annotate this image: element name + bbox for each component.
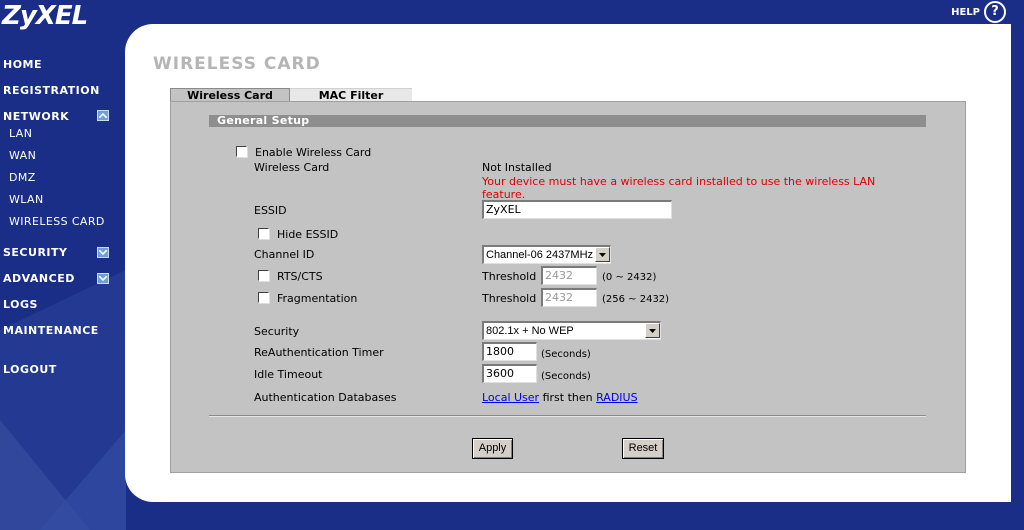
nav-wlan[interactable]: WLAN bbox=[9, 193, 44, 206]
channel-id-value: Channel-06 2437MHz bbox=[486, 249, 594, 261]
collapse-network-icon[interactable] bbox=[97, 110, 109, 121]
nav-dmz[interactable]: DMZ bbox=[9, 171, 36, 184]
rts-range-hint: (0 ~ 2432) bbox=[602, 272, 657, 283]
wireless-card-warning: Your device must have a wireless card in… bbox=[482, 175, 875, 201]
nav-logs[interactable]: LOGS bbox=[3, 298, 38, 311]
frag-range-hint: (256 ~ 2432) bbox=[602, 294, 670, 305]
tab-mac-filter[interactable]: MAC Filter bbox=[290, 88, 412, 102]
auth-databases-middle: first then bbox=[539, 391, 597, 404]
essid-label: ESSID bbox=[254, 204, 287, 217]
background-decoration bbox=[0, 270, 126, 530]
nav-network[interactable]: NETWORK bbox=[3, 110, 69, 123]
warning-line-1: Your device must have a wireless card in… bbox=[482, 175, 876, 188]
security-label: Security bbox=[254, 325, 300, 338]
reset-button[interactable]: Reset bbox=[622, 438, 664, 459]
channel-id-label: Channel ID bbox=[254, 248, 315, 261]
rts-cts-label: RTS/CTS bbox=[277, 270, 323, 283]
form-container: General Setup Enable Wireless Card Wirel… bbox=[170, 101, 966, 473]
help-button[interactable]: HELP ? bbox=[951, 1, 1006, 23]
wireless-card-status: Not Installed bbox=[482, 161, 552, 174]
nav-wan[interactable]: WAN bbox=[9, 149, 36, 162]
help-label: HELP bbox=[951, 6, 980, 18]
nav-home[interactable]: HOME bbox=[3, 58, 42, 71]
expand-advanced-icon[interactable] bbox=[97, 273, 109, 284]
reauth-timer-label: ReAuthentication Timer bbox=[254, 346, 384, 359]
dropdown-arrow-icon bbox=[595, 247, 610, 262]
security-value: 802.1x + No WEP bbox=[486, 325, 574, 337]
main-panel: WIRELESS CARD Wireless Card MAC Filter G… bbox=[125, 24, 1011, 502]
reauth-unit: (Seconds) bbox=[541, 349, 591, 360]
enable-wireless-card-checkbox[interactable] bbox=[236, 146, 247, 157]
security-select[interactable]: 802.1x + No WEP bbox=[482, 321, 661, 340]
section-header: General Setup bbox=[209, 115, 926, 127]
divider bbox=[209, 415, 926, 417]
expand-security-icon[interactable] bbox=[97, 247, 109, 258]
frag-threshold-label: Threshold bbox=[482, 292, 537, 305]
essid-input[interactable]: ZyXEL bbox=[482, 200, 672, 219]
tab-wireless-card[interactable]: Wireless Card bbox=[170, 88, 290, 102]
wireless-card-label: Wireless Card bbox=[254, 161, 330, 174]
zyxel-logo: ZyXEL bbox=[2, 1, 88, 31]
idle-timeout-label: Idle Timeout bbox=[254, 368, 323, 381]
help-icon: ? bbox=[984, 1, 1006, 23]
dropdown-arrow-icon bbox=[645, 323, 660, 338]
nav-security[interactable]: SECURITY bbox=[3, 246, 67, 259]
channel-id-select[interactable]: Channel-06 2437MHz bbox=[482, 245, 611, 264]
reauth-timer-input[interactable]: 1800 bbox=[482, 342, 537, 361]
rts-threshold-label: Threshold bbox=[482, 270, 537, 283]
frag-threshold-input[interactable]: 2432 bbox=[541, 288, 597, 307]
hide-essid-checkbox[interactable] bbox=[258, 228, 269, 239]
apply-button[interactable]: Apply bbox=[472, 438, 513, 459]
idle-timeout-input[interactable]: 3600 bbox=[482, 364, 537, 383]
fragmentation-checkbox[interactable] bbox=[258, 292, 269, 303]
rts-cts-checkbox[interactable] bbox=[258, 270, 269, 281]
page-title: WIRELESS CARD bbox=[153, 54, 321, 74]
nav-registration[interactable]: REGISTRATION bbox=[3, 84, 100, 97]
nav-logout[interactable]: LOGOUT bbox=[3, 363, 57, 376]
sidebar: ZyXEL HOME REGISTRATION NETWORK LAN WAN … bbox=[0, 0, 126, 530]
enable-wireless-card-label: Enable Wireless Card bbox=[255, 146, 372, 159]
section-title: General Setup bbox=[217, 114, 310, 127]
auth-databases-label: Authentication Databases bbox=[254, 391, 397, 404]
nav-lan[interactable]: LAN bbox=[9, 127, 32, 140]
nav-wireless-card[interactable]: WIRELESS CARD bbox=[9, 215, 105, 228]
nav-advanced[interactable]: ADVANCED bbox=[3, 272, 75, 285]
nav-maintenance[interactable]: MAINTENANCE bbox=[3, 324, 99, 337]
idle-unit: (Seconds) bbox=[541, 371, 591, 382]
hide-essid-label: Hide ESSID bbox=[277, 228, 339, 241]
rts-threshold-input[interactable]: 2432 bbox=[541, 266, 597, 285]
radius-link[interactable]: RADIUS bbox=[596, 391, 637, 404]
fragmentation-label: Fragmentation bbox=[277, 292, 358, 305]
local-user-link[interactable]: Local User bbox=[482, 391, 539, 404]
auth-databases-value: Local User first then RADIUS bbox=[482, 391, 638, 404]
